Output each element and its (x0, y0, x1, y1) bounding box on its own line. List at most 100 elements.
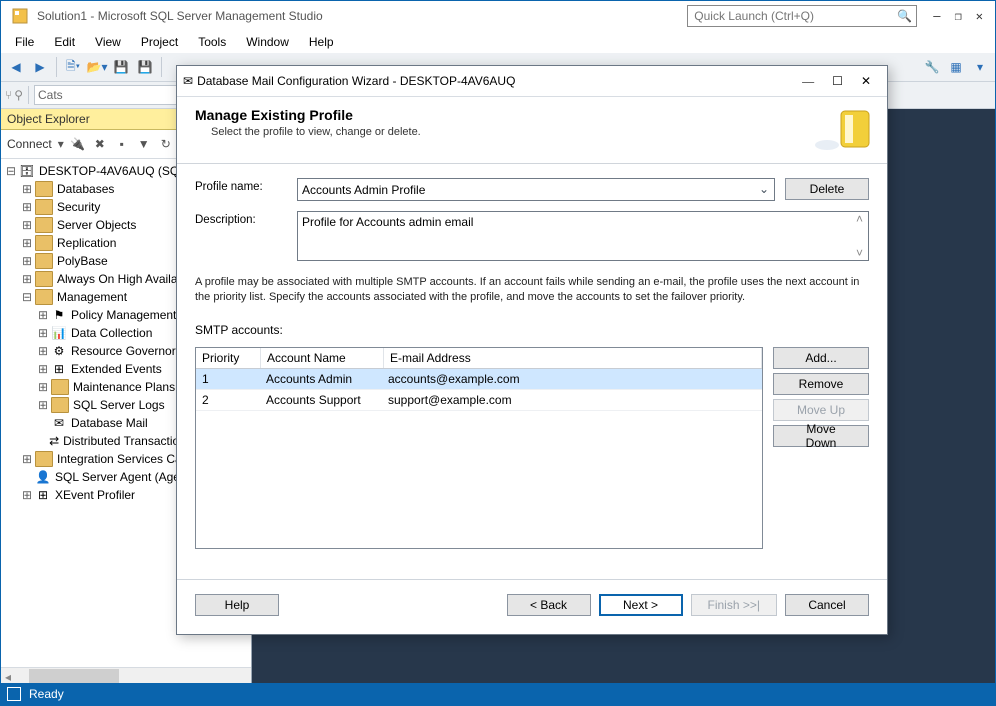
filter-icon[interactable]: ▼ (134, 136, 154, 152)
app-icon (11, 7, 29, 25)
ssms-window: Solution1 - Microsoft SQL Server Managem… (0, 0, 996, 706)
dialog-footer: Help < Back Next > Finish >>| Cancel (177, 579, 887, 634)
tree-security[interactable]: Security (55, 200, 100, 214)
xevent-icon: ⊞ (35, 488, 51, 502)
tree-database-mail[interactable]: Database Mail (69, 416, 148, 430)
tree-resource-gov[interactable]: Resource Governor (69, 344, 176, 358)
titlebar: Solution1 - Microsoft SQL Server Managem… (1, 1, 995, 31)
col-account[interactable]: Account Name (261, 348, 384, 368)
dialog-minimize-button[interactable]: — (802, 74, 814, 89)
menu-view[interactable]: View (87, 33, 129, 51)
profile-name-label: Profile name: (195, 178, 287, 193)
tree-polybase[interactable]: PolyBase (55, 254, 108, 268)
smtp-buttons: Add... Remove Move Up Move Down (773, 347, 869, 549)
branch-icon[interactable]: ⑂ (5, 88, 12, 102)
col-priority[interactable]: Priority (196, 348, 261, 368)
add-button[interactable]: Add... (773, 347, 869, 369)
tree-policy[interactable]: Policy Management (69, 308, 176, 322)
next-button[interactable]: Next > (599, 594, 683, 616)
wizard-banner-icon (813, 107, 873, 155)
table-row[interactable]: 1 Accounts Admin accounts@example.com (196, 369, 762, 390)
dialog-title: Database Mail Configuration Wizard - DES… (197, 74, 792, 88)
description-label: Description: (195, 211, 287, 226)
dialog-titlebar[interactable]: ✉ Database Mail Configuration Wizard - D… (177, 66, 887, 97)
open-icon[interactable]: 📂▾ (86, 56, 108, 78)
nav-fwd-icon[interactable]: ▶ (29, 56, 51, 78)
expand-icon[interactable]: ⊞ (21, 182, 33, 197)
col-email[interactable]: E-mail Address (384, 348, 762, 368)
tag-icon[interactable]: ⚲ (14, 88, 23, 102)
mail-icon: ✉ (51, 416, 67, 430)
save-icon[interactable]: 💾 (110, 56, 132, 78)
tree-server-objects[interactable]: Server Objects (55, 218, 136, 232)
description-value: Profile for Accounts admin email (302, 215, 473, 229)
back-button[interactable]: < Back (507, 594, 591, 616)
dialog-icon: ✉ (183, 74, 193, 88)
connect-label[interactable]: Connect (5, 137, 54, 151)
close-button[interactable]: ✕ (976, 9, 983, 23)
nav-back-icon[interactable]: ◀ (5, 56, 27, 78)
db-mail-wizard-dialog: ✉ Database Mail Configuration Wizard - D… (176, 65, 888, 635)
menubar: File Edit View Project Tools Window Help (1, 31, 995, 53)
tree-data-collection[interactable]: Data Collection (69, 326, 152, 340)
profile-name-value: Accounts Admin Profile (302, 183, 425, 197)
info-text: A profile may be associated with multipl… (195, 275, 869, 305)
menu-edit[interactable]: Edit (46, 33, 83, 51)
dialog-maximize-button[interactable]: ☐ (832, 74, 843, 89)
profile-name-combo[interactable]: Accounts Admin Profile ⌄ (297, 178, 775, 201)
search-icon[interactable]: 🔍 (897, 9, 912, 23)
server-icon: 🗄 (19, 164, 35, 178)
quick-launch[interactable]: 🔍 (687, 5, 917, 27)
stop-icon[interactable]: ▪ (112, 136, 132, 152)
help-button[interactable]: Help (195, 594, 279, 616)
textarea-scrollbar[interactable]: ˄˅ (851, 212, 868, 260)
tree-extended-events[interactable]: Extended Events (69, 362, 162, 376)
menu-project[interactable]: Project (133, 33, 186, 51)
dtc-icon: ⇄ (49, 434, 59, 448)
policy-icon: ⚑ (51, 308, 67, 322)
collapse-icon[interactable]: ⊟ (5, 164, 17, 179)
collapse-icon[interactable]: ⊟ (21, 290, 33, 305)
disconnect-icon[interactable]: ✖ (90, 136, 110, 152)
menu-window[interactable]: Window (238, 33, 297, 51)
extended-events-icon: ⊞ (51, 362, 67, 376)
tree-xevent[interactable]: XEvent Profiler (53, 488, 135, 502)
chevron-down-icon[interactable]: ⌄ (756, 181, 772, 197)
table-header: Priority Account Name E-mail Address (196, 348, 762, 369)
tree-sql-logs[interactable]: SQL Server Logs (71, 398, 165, 412)
menu-file[interactable]: File (7, 33, 42, 51)
smtp-accounts-table[interactable]: Priority Account Name E-mail Address 1 A… (195, 347, 763, 549)
connect-icon[interactable]: 🔌 (68, 136, 88, 152)
move-down-button[interactable]: Move Down (773, 425, 869, 447)
window-controls: — ❐ ✕ (925, 9, 991, 23)
menu-help[interactable]: Help (301, 33, 342, 51)
folder-icon (35, 181, 53, 197)
tree-databases[interactable]: Databases (55, 182, 114, 196)
quick-launch-input[interactable] (692, 8, 897, 24)
more-icon[interactable]: ▾ (969, 56, 991, 78)
menu-tools[interactable]: Tools (190, 33, 234, 51)
dialog-body: Profile name: Accounts Admin Profile ⌄ D… (177, 164, 887, 579)
maximize-button[interactable]: ❐ (955, 9, 962, 23)
agent-icon: 👤 (35, 470, 51, 484)
statusbar: Ready (1, 683, 995, 705)
save-all-icon[interactable]: 💾 (134, 56, 156, 78)
description-textarea[interactable]: Profile for Accounts admin email ˄˅ (297, 211, 869, 261)
grid-icon[interactable]: ▦ (945, 56, 967, 78)
remove-button[interactable]: Remove (773, 373, 869, 395)
dialog-heading: Manage Existing Profile (195, 107, 813, 123)
refresh-icon[interactable]: ↻ (156, 136, 176, 152)
tree-maintenance[interactable]: Maintenance Plans (71, 380, 175, 394)
finish-button: Finish >>| (691, 594, 777, 616)
tree-management[interactable]: Management (55, 290, 127, 304)
move-up-button: Move Up (773, 399, 869, 421)
window-title: Solution1 - Microsoft SQL Server Managem… (37, 9, 323, 23)
minimize-button[interactable]: — (933, 9, 940, 23)
delete-button[interactable]: Delete (785, 178, 869, 200)
new-query-icon[interactable]: 🗎▾ (62, 56, 84, 78)
tree-replication[interactable]: Replication (55, 236, 116, 250)
table-row[interactable]: 2 Accounts Support support@example.com (196, 390, 762, 411)
dialog-close-button[interactable]: ✕ (861, 74, 871, 89)
cancel-button[interactable]: Cancel (785, 594, 869, 616)
tools-icon[interactable]: 🔧 (921, 56, 943, 78)
